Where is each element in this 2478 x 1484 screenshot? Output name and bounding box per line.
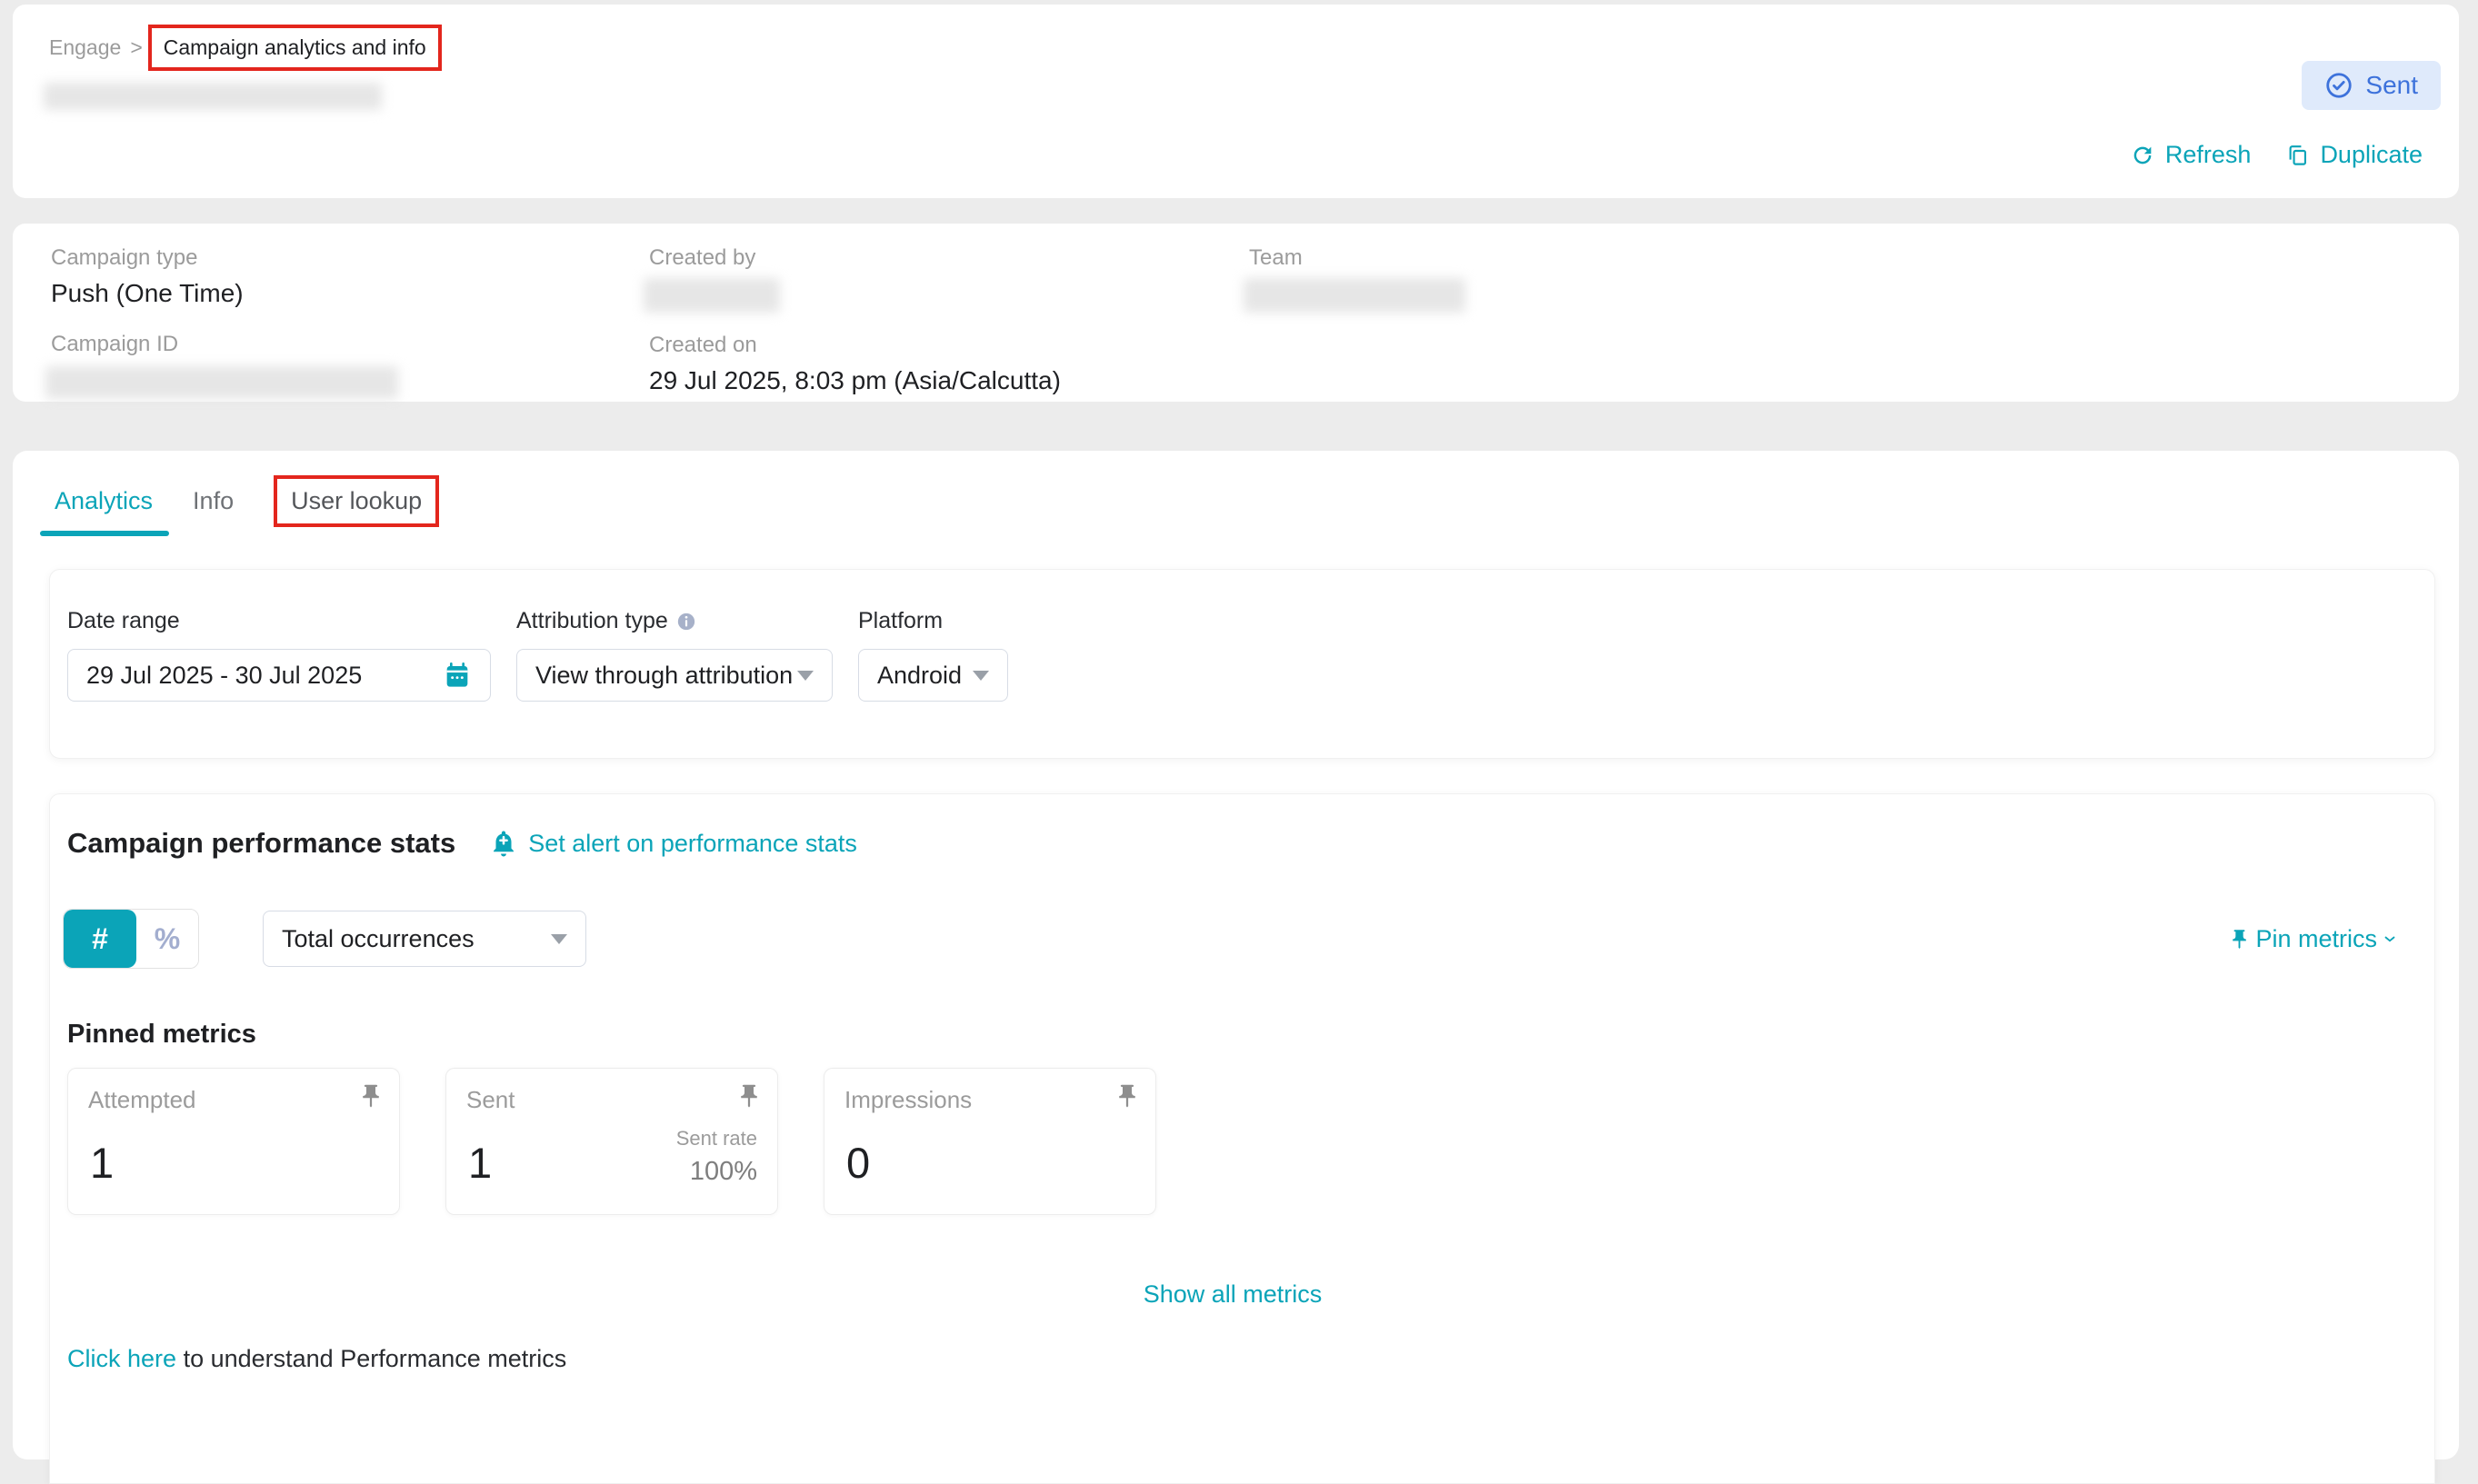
metric-value: 1 xyxy=(468,1138,492,1188)
check-circle-icon xyxy=(2324,71,2353,100)
created-on-field: Created on 29 Jul 2025, 8:03 pm (Asia/Ca… xyxy=(649,333,1249,395)
set-alert-link[interactable]: Set alert on performance stats xyxy=(488,828,857,859)
date-range-field: Date range 29 Jul 2025 - 30 Jul 2025 xyxy=(67,608,491,702)
refresh-icon xyxy=(2130,143,2155,168)
bell-plus-icon xyxy=(488,828,519,859)
campaign-type-label: Campaign type xyxy=(51,245,649,271)
created-by-field: Created by xyxy=(649,245,1249,313)
pin-metrics-button[interactable]: Pin metrics xyxy=(2228,925,2398,953)
tab-bar: Analytics Info User lookup xyxy=(55,487,2435,536)
attribution-select[interactable]: View through attribution xyxy=(516,649,833,702)
percent-toggle-button[interactable]: % xyxy=(136,910,198,968)
metric-card-impressions: Impressions 0 xyxy=(824,1068,1156,1215)
metric-name: Sent xyxy=(466,1086,515,1114)
performance-header: Campaign performance stats Set alert on … xyxy=(67,827,2398,860)
metric-value: 1 xyxy=(90,1138,114,1188)
date-range-label: Date range xyxy=(67,608,491,634)
created-by-label: Created by xyxy=(649,245,1249,271)
info-column-3: Team xyxy=(1249,245,1465,402)
duplicate-button[interactable]: Duplicate xyxy=(2285,141,2423,169)
attribution-label: Attribution type xyxy=(516,608,668,634)
date-range-input[interactable]: 29 Jul 2025 - 30 Jul 2025 xyxy=(67,649,491,702)
info-column-1: Campaign type Push (One Time) Campaign I… xyxy=(51,245,649,402)
platform-field: Platform Android xyxy=(858,608,1008,702)
metric-name: Impressions xyxy=(844,1086,972,1114)
campaign-type-value: Push (One Time) xyxy=(51,279,649,308)
metric-card-sent: Sent 1 Sent rate 100% xyxy=(445,1068,778,1215)
rate-value: 100% xyxy=(676,1157,757,1187)
refresh-label: Refresh xyxy=(2165,141,2252,169)
performance-controls: # % Total occurrences Pin metrics xyxy=(67,909,2398,969)
team-field: Team xyxy=(1249,245,1465,313)
attribution-value: View through attribution xyxy=(535,662,793,690)
pinned-metric-cards: Attempted 1 Sent 1 Sent rate xyxy=(67,1068,2398,1215)
show-all-metrics-link[interactable]: Show all metrics xyxy=(67,1280,2398,1309)
info-column-2: Created by Created on 29 Jul 2025, 8:03 … xyxy=(649,245,1249,402)
platform-value: Android xyxy=(877,662,962,690)
occurrences-select[interactable]: Total occurrences xyxy=(263,911,586,967)
chevron-down-icon xyxy=(2382,931,2398,947)
campaign-title-redacted xyxy=(44,83,382,110)
campaign-id-field: Campaign ID xyxy=(51,332,649,399)
campaign-id-redacted xyxy=(45,366,398,399)
team-label: Team xyxy=(1249,245,1465,271)
campaign-type-field: Campaign type Push (One Time) xyxy=(51,245,649,308)
pushpin-icon xyxy=(2228,928,2251,951)
breadcrumb-current: Campaign analytics and info xyxy=(148,25,442,71)
performance-card: Campaign performance stats Set alert on … xyxy=(49,793,2435,1484)
breadcrumb-separator: > xyxy=(130,35,142,60)
campaign-id-label: Campaign ID xyxy=(51,332,649,357)
campaign-info-card: Campaign type Push (One Time) Campaign I… xyxy=(13,224,2459,402)
metric-card-attempted: Attempted 1 xyxy=(67,1068,400,1215)
metric-name: Attempted xyxy=(88,1086,196,1114)
tab-analytics[interactable]: Analytics xyxy=(55,487,153,515)
platform-select[interactable]: Android xyxy=(858,649,1008,702)
status-badge: Sent xyxy=(2302,61,2441,110)
created-by-redacted xyxy=(644,278,780,313)
filters-card: Date range 29 Jul 2025 - 30 Jul 2025 Att… xyxy=(49,569,2435,759)
count-toggle-button[interactable]: # xyxy=(64,910,136,968)
duplicate-icon xyxy=(2285,143,2310,167)
status-badge-label: Sent xyxy=(2365,71,2418,100)
set-alert-label: Set alert on performance stats xyxy=(528,830,857,858)
rate-label: Sent rate xyxy=(676,1127,757,1150)
unit-toggle: # % xyxy=(63,909,199,969)
caret-down-icon xyxy=(551,934,567,944)
platform-label: Platform xyxy=(858,608,1008,634)
header-actions: Refresh Duplicate xyxy=(2130,141,2423,169)
main-card: Analytics Info User lookup Date range 29… xyxy=(13,451,2459,1459)
pushpin-icon[interactable] xyxy=(735,1082,763,1110)
pushpin-icon[interactable] xyxy=(1114,1082,1141,1110)
performance-title: Campaign performance stats xyxy=(67,827,455,860)
performance-footnote: Click here to understand Performance met… xyxy=(67,1345,2398,1373)
calendar-icon xyxy=(443,661,472,690)
info-icon[interactable] xyxy=(676,612,696,632)
breadcrumb-parent[interactable]: Engage xyxy=(49,35,121,60)
pin-metrics-label: Pin metrics xyxy=(2255,925,2377,953)
metric-rate: Sent rate 100% xyxy=(676,1127,757,1187)
breadcrumb: Engage > Campaign analytics and info xyxy=(49,25,2432,71)
team-redacted xyxy=(1244,278,1465,313)
tab-info[interactable]: Info xyxy=(193,487,234,515)
date-range-value: 29 Jul 2025 - 30 Jul 2025 xyxy=(86,662,362,690)
footnote-text: to understand Performance metrics xyxy=(184,1345,567,1372)
refresh-button[interactable]: Refresh xyxy=(2130,141,2252,169)
duplicate-label: Duplicate xyxy=(2320,141,2423,169)
metric-value: 0 xyxy=(846,1138,870,1188)
page-header: Engage > Campaign analytics and info Sen… xyxy=(13,5,2459,198)
caret-down-icon xyxy=(973,671,989,681)
created-on-label: Created on xyxy=(649,333,1249,358)
pinned-metrics-title: Pinned metrics xyxy=(67,1020,2398,1050)
pushpin-icon[interactable] xyxy=(357,1082,385,1110)
tab-user-lookup[interactable]: User lookup xyxy=(274,475,439,527)
active-tab-underline xyxy=(40,531,169,536)
click-here-link[interactable]: Click here xyxy=(67,1345,176,1372)
created-on-value: 29 Jul 2025, 8:03 pm (Asia/Calcutta) xyxy=(649,366,1249,395)
attribution-field: Attribution type View through attributio… xyxy=(516,608,833,702)
caret-down-icon xyxy=(797,671,814,681)
occurrences-value: Total occurrences xyxy=(282,925,475,953)
